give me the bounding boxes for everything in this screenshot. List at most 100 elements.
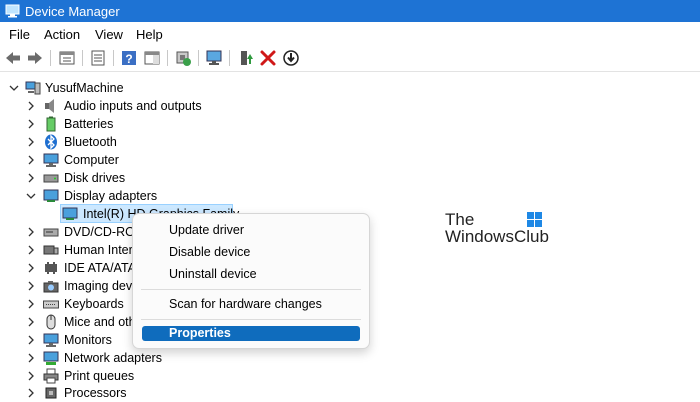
forward-arrow-icon[interactable]	[26, 49, 44, 67]
tree-item-processors[interactable]: Processors	[0, 384, 260, 402]
tree-root-label: YusufMachine	[45, 81, 124, 95]
chevron-right-icon[interactable]	[26, 119, 36, 129]
title-bar: Device Manager	[0, 0, 700, 22]
tree-item-disk-drives[interactable]: Disk drives	[0, 169, 260, 187]
ide-icon	[43, 260, 59, 276]
menu-item-properties[interactable]: Properties	[142, 326, 360, 341]
chevron-right-icon[interactable]	[26, 281, 36, 291]
tree-item-label: Mice and oth	[64, 315, 136, 329]
back-arrow-icon[interactable]	[4, 49, 22, 67]
chevron-right-icon[interactable]	[26, 173, 36, 183]
toolbar-separator	[82, 50, 83, 66]
menu-file[interactable]: File	[9, 27, 30, 42]
computer-root-icon	[25, 80, 41, 96]
tree-item-label: Imaging dev	[64, 279, 133, 293]
menu-item-uninstall-device[interactable]: Uninstall device	[169, 267, 257, 281]
tree-item-keyboards[interactable]: Keyboards	[0, 295, 140, 313]
chevron-down-icon[interactable]	[26, 191, 36, 201]
tree-item-bluetooth[interactable]: Bluetooth	[0, 133, 260, 151]
printer-icon	[43, 368, 59, 384]
tree-item-network-adapters[interactable]: Network adapters	[0, 349, 260, 367]
show-hidden-icon[interactable]	[89, 49, 107, 67]
tree-item-label: Processors	[64, 386, 127, 400]
window-title: Device Manager	[25, 4, 120, 19]
tree-item-imaging[interactable]: Imaging dev	[0, 277, 140, 295]
menu-item-scan-hardware[interactable]: Scan for hardware changes	[169, 297, 322, 311]
tree-item-print-queues[interactable]: Print queues	[0, 367, 260, 385]
tree-item-label: Network adapters	[64, 351, 162, 365]
keyboard-icon	[43, 296, 59, 312]
tree-item-label: Disk drives	[64, 171, 126, 185]
menu-separator	[141, 289, 361, 290]
chevron-down-icon[interactable]	[9, 83, 19, 93]
menu-item-update-driver[interactable]: Update driver	[169, 223, 244, 237]
chevron-right-icon[interactable]	[26, 155, 36, 165]
svg-text:?: ?	[125, 52, 132, 66]
battery-icon	[43, 116, 59, 132]
menu-help[interactable]: Help	[136, 27, 163, 42]
monitor-icon	[43, 332, 59, 348]
chevron-right-icon[interactable]	[26, 317, 36, 327]
toolbar-separator	[198, 50, 199, 66]
toolbar-separator	[229, 50, 230, 66]
chevron-right-icon[interactable]	[26, 353, 36, 363]
chevron-right-icon[interactable]	[26, 137, 36, 147]
menu-item-properties-label: Properties	[169, 326, 231, 340]
uninstall-icon[interactable]	[259, 49, 277, 67]
tree-item-dvd[interactable]: DVD/CD-ROI	[0, 223, 140, 241]
hid-icon	[43, 242, 59, 258]
bluetooth-icon	[43, 134, 59, 150]
processor-icon	[43, 385, 59, 401]
tree-item-label: Human Inter	[64, 243, 133, 257]
tree-item-label: IDE ATA/ATAI	[64, 261, 140, 275]
windowsclub-logo: The WindowsClub	[445, 210, 555, 246]
computer-icon	[43, 152, 59, 168]
tree-item-label: Keyboards	[64, 297, 124, 311]
tree-item-label: DVD/CD-ROI	[64, 225, 139, 239]
tree-item-label: Bluetooth	[64, 135, 117, 149]
tree-item-label: Monitors	[64, 333, 112, 347]
toolbar: ?	[0, 45, 700, 72]
chevron-right-icon[interactable]	[26, 371, 36, 381]
camera-icon	[43, 278, 59, 294]
tree-item-mice[interactable]: Mice and oth	[0, 313, 140, 331]
download-icon[interactable]	[282, 49, 300, 67]
tree-item-label: Computer	[64, 153, 119, 167]
tree-item-display-adapters[interactable]: Display adapters	[0, 187, 260, 205]
scan-hardware-icon[interactable]	[174, 49, 192, 67]
tree-item-human-interface[interactable]: Human Inter	[0, 241, 140, 259]
dvd-icon	[43, 224, 59, 240]
tree-item-ide-ata[interactable]: IDE ATA/ATAI	[0, 259, 140, 277]
network-icon	[43, 350, 59, 366]
tree-root[interactable]: YusufMachine	[0, 79, 200, 97]
menu-bar: File Action View Help	[0, 22, 700, 44]
properties-icon[interactable]	[58, 49, 76, 67]
tree-item-label: Print queues	[64, 369, 135, 383]
action-pane-icon[interactable]	[143, 49, 161, 67]
display-adapter-icon	[43, 188, 59, 204]
tree-item-audio[interactable]: Audio inputs and outputs	[0, 97, 260, 115]
chevron-right-icon[interactable]	[26, 101, 36, 111]
disk-icon	[43, 170, 59, 186]
chevron-right-icon[interactable]	[26, 388, 36, 398]
monitor-icon[interactable]	[205, 49, 223, 67]
tree-item-batteries[interactable]: Batteries	[0, 115, 260, 133]
chevron-right-icon[interactable]	[26, 245, 36, 255]
chevron-right-icon[interactable]	[26, 227, 36, 237]
mouse-icon	[43, 314, 59, 330]
menu-view[interactable]: View	[95, 27, 123, 42]
toolbar-separator	[167, 50, 168, 66]
tree-item-label: Display adapters	[64, 189, 158, 203]
menu-item-disable-device[interactable]: Disable device	[169, 245, 250, 259]
display-adapter-icon	[62, 206, 78, 222]
menu-action[interactable]: Action	[44, 27, 80, 42]
chevron-right-icon[interactable]	[26, 263, 36, 273]
logo-text-line2: WindowsClub	[445, 227, 549, 246]
tree-item-computer[interactable]: Computer	[0, 151, 260, 169]
toolbar-separator	[50, 50, 51, 66]
update-driver-icon[interactable]	[237, 49, 255, 67]
help-icon[interactable]: ?	[120, 49, 138, 67]
chevron-right-icon[interactable]	[26, 299, 36, 309]
chevron-right-icon[interactable]	[26, 335, 36, 345]
tree-item-label: Audio inputs and outputs	[64, 99, 202, 113]
